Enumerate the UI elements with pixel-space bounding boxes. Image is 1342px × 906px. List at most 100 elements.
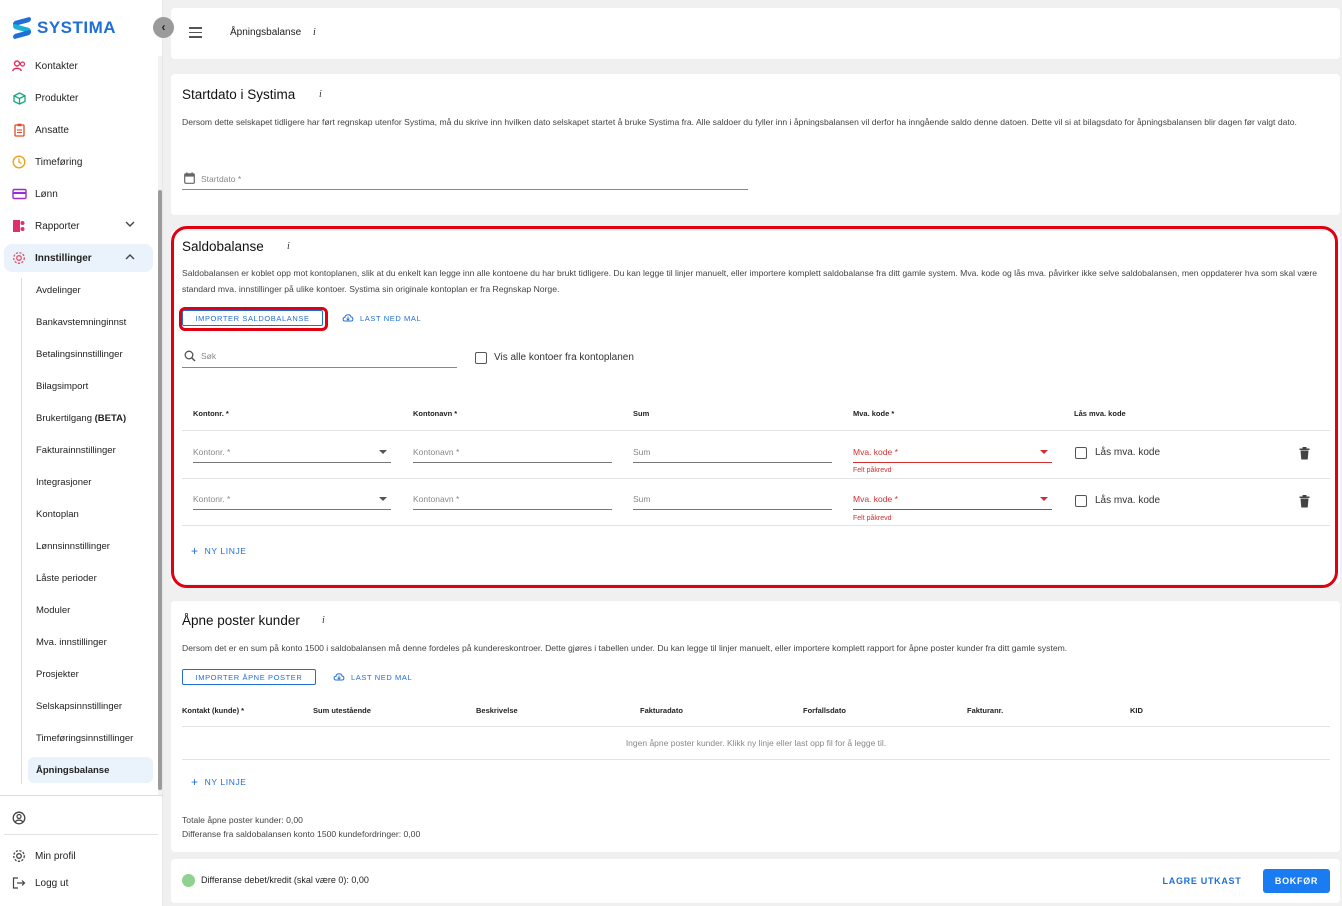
sidebar-subitem-label: Brukertilgang xyxy=(36,412,92,424)
sidebar-subitem-lonn[interactable]: Lønnsinnstillinger xyxy=(28,533,153,559)
column-header: Beskrivelse xyxy=(476,706,518,715)
dropdown-caret-icon xyxy=(379,450,387,454)
mva-kode-select[interactable]: Mva. kode * xyxy=(853,488,1052,510)
import-saldobalanse-button[interactable]: Importer saldobalanse xyxy=(182,310,323,326)
column-header: Lås mva. kode xyxy=(1074,409,1126,418)
sidebar-item-timeforing[interactable]: Timeføring xyxy=(4,148,153,176)
sidebar-scroll-thumb[interactable] xyxy=(158,190,162,790)
collapse-sidebar-button[interactable]: ‹ xyxy=(153,17,174,38)
sidebar-subitem-moduler[interactable]: Moduler xyxy=(28,597,153,623)
sum-placeholder: Sum xyxy=(633,446,651,457)
contacts-icon xyxy=(11,58,27,74)
lock-mva-label: Lås mva. kode xyxy=(1095,495,1161,506)
mva-kode-select[interactable]: Mva. kode * xyxy=(853,441,1052,463)
add-line-label: Ny linje xyxy=(204,777,247,787)
sidebar-subitem-bilagsimport[interactable]: Bilagsimport xyxy=(28,373,153,399)
sidebar-divider xyxy=(0,795,163,796)
card-title: Saldobalanse xyxy=(182,239,264,254)
info-icon[interactable]: i xyxy=(313,27,316,38)
sum-field[interactable]: Sum xyxy=(633,441,832,463)
download-template-button[interactable]: Last ned mal xyxy=(333,672,412,683)
sidebar-subitem-laste-perioder[interactable]: Låste perioder xyxy=(28,565,153,591)
sidebar-subitem-apningsbalanse[interactable]: Åpningsbalanse xyxy=(28,757,153,783)
show-all-accounts-checkbox[interactable] xyxy=(475,352,487,364)
info-icon[interactable]: i xyxy=(322,615,325,626)
kontonr-placeholder: Kontonr. * xyxy=(193,446,231,457)
sidebar-item-rapporter[interactable]: Rapporter xyxy=(4,212,153,240)
delete-row-icon[interactable] xyxy=(1299,495,1313,509)
sidebar-subitem-bankavstemning[interactable]: Bankavstemninginnst xyxy=(28,309,153,335)
startdato-field[interactable]: Startdato * xyxy=(182,170,748,190)
logo[interactable]: SYSTIMA xyxy=(13,16,116,40)
report-icon xyxy=(11,218,27,234)
apne-poster-card: Åpne poster kunder i Dersom det er en su… xyxy=(171,601,1340,852)
sidebar-subitem-avdelinger[interactable]: Avdelinger xyxy=(28,277,153,303)
saldobalanse-card: Saldobalanse i Saldobalansen er koblet o… xyxy=(171,231,1340,584)
sidebar-subitem-selskap[interactable]: Selskapsinnstillinger xyxy=(28,693,153,719)
chevron-left-icon: ‹ xyxy=(161,20,166,34)
download-template-label: Last ned mal xyxy=(360,314,422,323)
import-apne-poster-button[interactable]: Importer åpne poster xyxy=(182,669,316,685)
kontonr-select[interactable]: Kontonr. * xyxy=(193,441,391,463)
sidebar-item-logg-ut[interactable]: Logg ut xyxy=(4,869,153,897)
sidebar-item-lonn[interactable]: Lønn xyxy=(4,180,153,208)
mva-placeholder: Mva. kode * xyxy=(853,493,898,504)
dropdown-caret-icon xyxy=(379,497,387,501)
systima-logo-icon xyxy=(13,16,31,40)
column-header: Sum utestående xyxy=(313,706,371,715)
sum-placeholder: Sum xyxy=(633,493,651,504)
sidebar-item-min-profil[interactable]: Min profil xyxy=(4,842,153,870)
post-button[interactable]: BOKFØR xyxy=(1263,869,1330,893)
sidebar-item-innstillinger[interactable]: Innstillinger xyxy=(4,244,153,272)
card-description: Saldobalansen er koblet opp mot kontopla… xyxy=(182,268,1317,294)
cloud-download-icon xyxy=(342,313,354,324)
chevron-up-icon[interactable] xyxy=(125,252,135,263)
clock-icon xyxy=(11,154,27,170)
search-placeholder: Søk xyxy=(201,351,217,361)
sidebar-item-kontakter[interactable]: Kontakter xyxy=(4,52,153,80)
sidebar-subitem-kontoplan[interactable]: Kontoplan xyxy=(28,501,153,527)
sidebar-subitem-betaling[interactable]: Betalingsinnstillinger xyxy=(28,341,153,367)
menu-icon[interactable] xyxy=(189,27,202,41)
save-draft-button[interactable]: LAGRE UTKAST xyxy=(1157,869,1247,893)
sidebar-subitem-faktura[interactable]: Fakturainnstillinger xyxy=(28,437,153,463)
download-template-button[interactable]: Last ned mal xyxy=(342,313,421,324)
sidebar-subitem-timeforing[interactable]: Timeføringsinnstillinger xyxy=(28,725,153,751)
sidebar-subitem-integrasjoner[interactable]: Integrasjoner xyxy=(28,469,153,495)
lock-mva-checkbox[interactable] xyxy=(1075,495,1087,507)
check-circle-icon xyxy=(182,874,195,887)
info-icon[interactable]: i xyxy=(319,89,322,100)
add-line-button[interactable]: + Ny linje xyxy=(191,775,247,789)
mva-placeholder: Mva. kode * xyxy=(853,446,898,457)
search-icon xyxy=(184,350,196,365)
delete-row-icon[interactable] xyxy=(1299,447,1313,461)
sum-field[interactable]: Sum xyxy=(633,488,832,510)
sidebar-subitem-prosjekter[interactable]: Prosjekter xyxy=(28,661,153,687)
info-icon[interactable]: i xyxy=(287,241,290,252)
sidebar-subitem-brukertilgang[interactable]: Brukertilgang (BETA) xyxy=(28,405,153,431)
add-line-button[interactable]: + Ny linje xyxy=(191,544,247,558)
logout-icon xyxy=(11,875,27,891)
startdato-card: Startdato i Systima i Dersom dette selsk… xyxy=(171,74,1340,215)
sidebar-subitem-mva[interactable]: Mva. innstillinger xyxy=(28,629,153,655)
column-header: KID xyxy=(1130,706,1143,715)
plus-icon: + xyxy=(191,544,199,558)
calendar-icon xyxy=(184,172,195,187)
sidebar-item-account[interactable] xyxy=(4,804,153,832)
sidebar-item-ansatte[interactable]: Ansatte xyxy=(4,116,153,144)
row-divider xyxy=(182,525,1330,526)
beta-badge: (BETA) xyxy=(94,412,127,424)
dropdown-caret-icon xyxy=(1040,497,1048,501)
kontonavn-field[interactable]: Kontonavn * xyxy=(413,441,612,463)
sidebar-item-label: Logg ut xyxy=(35,877,69,889)
download-template-label: Last ned mal xyxy=(351,673,413,682)
gear-icon xyxy=(11,250,27,266)
lock-mva-checkbox[interactable] xyxy=(1075,447,1087,459)
search-input[interactable]: Søk xyxy=(182,347,457,368)
kontonr-select[interactable]: Kontonr. * xyxy=(193,488,391,510)
kontonavn-field[interactable]: Kontonavn * xyxy=(413,488,612,510)
row-divider xyxy=(182,759,1330,760)
sidebar-scrollbar[interactable] xyxy=(158,56,162,796)
sidebar-item-produkter[interactable]: Produkter xyxy=(4,84,153,112)
chevron-down-icon[interactable] xyxy=(125,220,135,231)
